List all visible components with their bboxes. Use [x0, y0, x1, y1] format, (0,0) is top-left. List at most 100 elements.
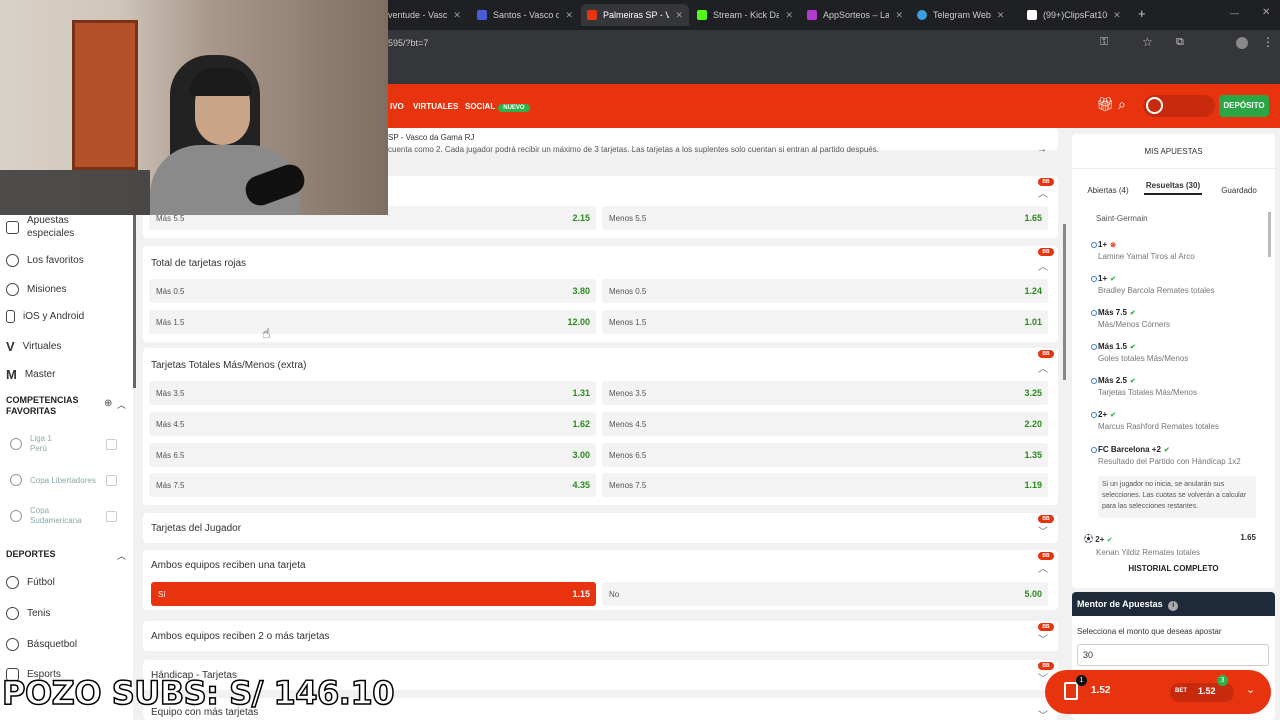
- browser-tab-active[interactable]: Palmeiras SP - Va ✕: [581, 4, 689, 26]
- close-tab-icon[interactable]: ✕: [895, 10, 903, 21]
- odd-button[interactable]: Menos 6.5 1.35: [602, 443, 1048, 467]
- odd-button[interactable]: Más 4.5 1.62: [149, 412, 596, 436]
- tab-guardado[interactable]: Guardado: [1217, 186, 1261, 195]
- extensions-icon[interactable]: ⧉: [1176, 36, 1184, 49]
- profile-avatar-icon[interactable]: [1236, 37, 1248, 49]
- chevron-up-icon[interactable]: ︿: [1038, 360, 1048, 375]
- info-icon[interactable]: i: [1168, 601, 1179, 611]
- competition-item[interactable]: Liga 1 Perú: [10, 434, 117, 454]
- close-tab-icon[interactable]: ✕: [785, 10, 793, 21]
- odd-button[interactable]: Menos 7.5 1.19: [602, 473, 1048, 497]
- favorite-checkbox[interactable]: [106, 438, 117, 450]
- close-tab-icon[interactable]: ✕: [453, 10, 461, 21]
- browser-tab[interactable]: Telegram Web ✕: [911, 4, 1019, 26]
- url-text[interactable]: 595/?bt=7: [388, 38, 428, 48]
- deposit-button[interactable]: DEPÓSITO: [1219, 95, 1269, 117]
- odd-button[interactable]: Más 1.5 12.00: [149, 310, 596, 334]
- odd-button[interactable]: Menos 1.5 1.01: [602, 310, 1048, 334]
- arrow-right-icon[interactable]: →: [1037, 144, 1047, 155]
- odd-button[interactable]: Menos 3.5 3.25: [602, 381, 1048, 405]
- browser-tab[interactable]: (99+)ClipsFat10 ✕: [1021, 4, 1129, 26]
- chevron-up-icon[interactable]: ︿: [117, 549, 126, 562]
- competition-item[interactable]: Copa Sudamericana: [10, 506, 117, 526]
- sidebar-item-favoritos[interactable]: Los favoritos: [6, 254, 84, 267]
- search-icon[interactable]: ⌕: [1118, 96, 1126, 113]
- mentor-title: Mentor de Apuestas: [1077, 599, 1163, 609]
- deportes-title: DEPORTES: [6, 549, 56, 559]
- sidebar-item-master[interactable]: M Master: [6, 367, 55, 382]
- match-name: SP - Vasco da Gama RJ: [388, 133, 475, 142]
- market-title[interactable]: Tarjetas Totales Más/Menos (extra): [151, 360, 306, 371]
- window-close-icon[interactable]: ✕: [1262, 7, 1270, 18]
- betslip-bar[interactable]: 1 1.52 BET 1.52 3 ⌄: [1045, 670, 1271, 714]
- bet-item: Más 7.5 ✔ Más/Menos Córners: [1091, 308, 1170, 329]
- sidebar-item-virtuales[interactable]: V Virtuales: [6, 339, 61, 354]
- nav-virtuales[interactable]: VIRTUALES: [413, 102, 458, 111]
- odd-button[interactable]: Más 0.5 3.80: [149, 279, 596, 303]
- odd-button[interactable]: No 5.00: [602, 582, 1048, 606]
- sidebar-item-ios-android[interactable]: iOS y Android: [6, 310, 84, 323]
- browser-tab[interactable]: ventude - Vasc ✕: [382, 4, 470, 26]
- main-scrollbar[interactable]: [1063, 224, 1066, 380]
- nav-social[interactable]: SOCIAL NUEVO: [465, 102, 530, 112]
- full-history-link[interactable]: HISTORIAL COMPLETO: [1072, 564, 1275, 573]
- odd-button-selected[interactable]: Sí 1.15: [151, 582, 596, 606]
- soccer-ball-icon: ⚽︎: [1084, 534, 1094, 544]
- bookmark-star-icon[interactable]: ☆: [1142, 35, 1153, 49]
- market-title: Ambos equipos reciben 2 o más tarjetas: [151, 631, 330, 642]
- browser-tab[interactable]: Santos - Vasco da ✕: [471, 4, 579, 26]
- key-icon[interactable]: ⚿: [1100, 36, 1108, 49]
- browser-tab[interactable]: AppSorteos – La ✕: [801, 4, 909, 26]
- odd-button[interactable]: Menos 5.5 1.65: [602, 206, 1048, 230]
- sidebar-item-futbol[interactable]: Fútbol: [6, 576, 55, 589]
- amount-input[interactable]: 30: [1077, 644, 1269, 666]
- target-icon: [6, 283, 19, 296]
- sidebar-item-basquetbol[interactable]: Básquetbol: [6, 638, 77, 651]
- chevron-down-icon[interactable]: ﹀: [1038, 631, 1048, 646]
- menu-dots-icon[interactable]: ⋮: [1262, 35, 1274, 49]
- pozo-subs-overlay: POZO SUBS: S/ 146.10: [1, 673, 395, 713]
- close-tab-icon[interactable]: ✕: [1113, 10, 1121, 21]
- user-account-button[interactable]: [1143, 95, 1215, 117]
- sidebar-item-apuestas-especiales[interactable]: Apuestas especiales: [6, 214, 87, 240]
- market-title[interactable]: Total de tarjetas rojas: [151, 258, 246, 269]
- chevron-down-icon[interactable]: ﹀: [1038, 707, 1048, 720]
- basketball-icon: [6, 638, 19, 651]
- new-tab-button[interactable]: +: [1138, 6, 1146, 21]
- tab-resueltas[interactable]: Resueltas (30): [1144, 181, 1202, 195]
- favorite-checkbox[interactable]: [106, 510, 117, 522]
- odd-button[interactable]: Menos 4.5 2.20: [602, 412, 1048, 436]
- market-card-ambos2[interactable]: Ambos equipos reciben 2 o más tarjetas B…: [143, 621, 1058, 651]
- competition-item[interactable]: Copa Libertadores: [10, 474, 117, 486]
- chevron-up-icon[interactable]: ︿: [117, 398, 126, 411]
- odd-button[interactable]: Menos 0.5 1.24: [602, 279, 1048, 303]
- close-tab-icon[interactable]: ✕: [565, 10, 573, 21]
- gift-icon[interactable]: 🎁︎: [1096, 96, 1114, 113]
- sidebar-item-tenis[interactable]: Tenis: [6, 607, 50, 620]
- bet-item: 2+ ✔ Marcus Rashford Remates totales: [1091, 410, 1219, 431]
- chevron-down-icon[interactable]: ﹀: [1038, 523, 1048, 538]
- odd-button[interactable]: Más 3.5 1.31: [149, 381, 596, 405]
- browser-tab[interactable]: Stream - Kick Da ✕: [691, 4, 799, 26]
- market-title[interactable]: Ambos equipos reciben una tarjeta: [151, 560, 306, 571]
- close-tab-icon[interactable]: ✕: [675, 10, 683, 21]
- minimize-icon[interactable]: —: [1230, 8, 1239, 18]
- favorite-checkbox[interactable]: [106, 474, 117, 486]
- odd-button[interactable]: Más 7.5 4.35: [149, 473, 596, 497]
- nav-social-label: SOCIAL: [465, 102, 496, 111]
- chevron-down-icon[interactable]: ⌄: [1246, 683, 1255, 696]
- selection-dot-icon: [1091, 310, 1097, 316]
- chevron-up-icon[interactable]: ︿: [1038, 185, 1048, 200]
- note-box: Si un jugador no inicia, se anularán sus…: [1098, 476, 1256, 518]
- add-competition-icon[interactable]: ⊕: [104, 398, 112, 409]
- chevron-up-icon[interactable]: ︿: [1038, 258, 1048, 273]
- bets-scrollbar[interactable]: [1268, 212, 1271, 257]
- close-tab-icon[interactable]: ✕: [997, 10, 1005, 21]
- chevron-up-icon[interactable]: ︿: [1038, 560, 1048, 575]
- tab-abiertas[interactable]: Abiertas (4): [1082, 186, 1134, 195]
- nav-envivo[interactable]: IVO: [390, 102, 404, 111]
- odd-button[interactable]: Más 6.5 3.00: [149, 443, 596, 467]
- sidebar-item-misiones[interactable]: Misiones: [6, 283, 66, 296]
- market-card-jugador[interactable]: Tarjetas del Jugador BB ﹀: [143, 513, 1058, 543]
- tab-favicon-icon: [1027, 10, 1037, 20]
